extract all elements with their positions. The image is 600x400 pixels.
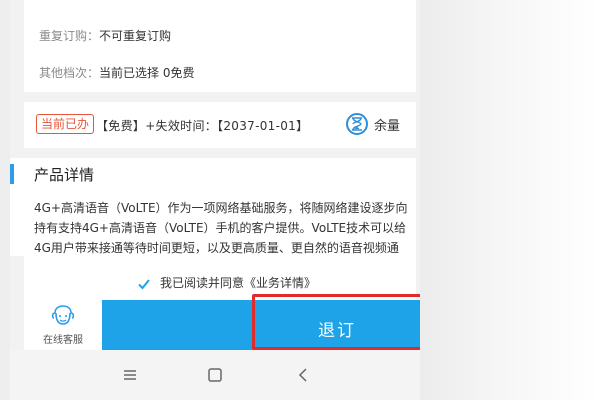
phone-screen: 重复订购：不可重复订购 其他档次：当前已选择 0免费 当前已办 【免费】+失效时… — [10, 0, 420, 400]
product-detail-card: 产品详情 4G+高清语音（VoLTE）作为一项网络基础服务，将随网络建设逐步向 … — [10, 158, 416, 256]
product-detail-body: 4G+高清语音（VoLTE）作为一项网络基础服务，将随网络建设逐步向 持有支持4… — [34, 201, 408, 255]
customer-service-icon — [50, 304, 76, 332]
hourglass-icon — [345, 113, 368, 135]
other-tier-label: 其他档次： — [39, 66, 100, 80]
status-badge: 当前已办 — [36, 114, 95, 134]
menu-icon[interactable] — [118, 363, 142, 387]
balance-button[interactable]: 余量 — [345, 113, 400, 135]
agreement-text[interactable]: 我已阅读并同意《业务详情》 — [160, 274, 316, 291]
other-tier-row: 其他档次：当前已选择 0免费 — [39, 64, 194, 81]
bottom-action-bar: 退订 在线客服 — [10, 294, 420, 350]
background-right — [420, 0, 600, 400]
online-service-label: 在线客服 — [43, 335, 83, 346]
home-icon[interactable] — [203, 363, 227, 387]
system-navigation-bar — [10, 350, 420, 400]
background-left — [0, 0, 10, 400]
balance-label: 余量 — [373, 118, 400, 134]
product-detail-title: 产品详情 — [34, 166, 95, 184]
unsubscribe-button[interactable]: 退订 — [92, 294, 420, 350]
back-icon[interactable] — [291, 363, 315, 387]
repeat-order-row: 重复订购：不可重复订购 — [39, 27, 171, 44]
online-service-button[interactable]: 在线客服 — [24, 300, 102, 350]
highlight-box — [252, 294, 420, 350]
repeat-order-value: 不可重复订购 — [99, 29, 172, 43]
checkbox-icon[interactable] — [138, 275, 150, 290]
status-text: 【免费】+失效时间：【2037-01-01】 — [96, 119, 309, 133]
section-marker — [10, 164, 14, 184]
repeat-order-label: 重复订购： — [39, 29, 100, 43]
other-tier-value: 当前已选择 0免费 — [99, 66, 195, 80]
info-card: 重复订购：不可重复订购 其他档次：当前已选择 0免费 — [24, 0, 416, 92]
status-card: 当前已办 【免费】+失效时间：【2037-01-01】 余量 — [24, 102, 416, 148]
